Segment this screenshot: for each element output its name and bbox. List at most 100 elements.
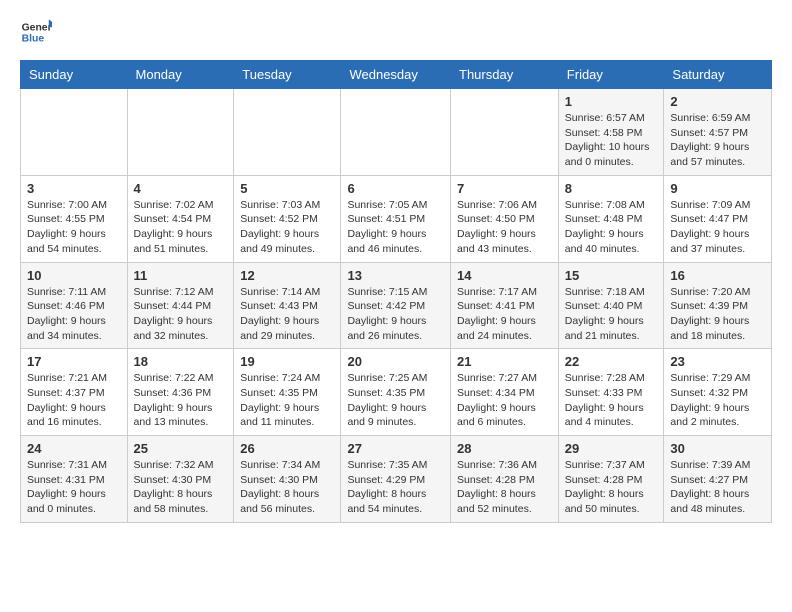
day-number: 8 <box>565 181 658 196</box>
weekday-header-saturday: Saturday <box>664 61 772 89</box>
calendar-cell <box>127 89 234 176</box>
day-info: Sunrise: 7:18 AM Sunset: 4:40 PM Dayligh… <box>565 285 658 344</box>
weekday-header-row: SundayMondayTuesdayWednesdayThursdayFrid… <box>21 61 772 89</box>
day-number: 25 <box>134 441 228 456</box>
day-number: 7 <box>457 181 552 196</box>
calendar-cell: 20 Sunrise: 7:25 AM Sunset: 4:35 PM Dayli… <box>341 349 451 436</box>
calendar-cell: 1 Sunrise: 6:57 AM Sunset: 4:58 PM Daylig… <box>558 89 664 176</box>
day-info: Sunrise: 6:57 AM Sunset: 4:58 PM Dayligh… <box>565 111 658 170</box>
calendar-cell: 3 Sunrise: 7:00 AM Sunset: 4:55 PM Daylig… <box>21 175 128 262</box>
calendar-cell: 19 Sunrise: 7:24 AM Sunset: 4:35 PM Dayli… <box>234 349 341 436</box>
calendar-cell: 30 Sunrise: 7:39 AM Sunset: 4:27 PM Dayli… <box>664 436 772 523</box>
day-number: 24 <box>27 441 121 456</box>
calendar-cell: 18 Sunrise: 7:22 AM Sunset: 4:36 PM Dayli… <box>127 349 234 436</box>
calendar-cell: 27Sunrise: 7:35 AM Sunset: 4:29 PM Dayli… <box>341 436 451 523</box>
day-info: Sunrise: 7:08 AM Sunset: 4:48 PM Dayligh… <box>565 198 658 257</box>
logo: General Blue <box>20 16 58 48</box>
day-number: 29 <box>565 441 658 456</box>
weekday-header-tuesday: Tuesday <box>234 61 341 89</box>
calendar-cell: 12 Sunrise: 7:14 AM Sunset: 4:43 PM Dayli… <box>234 262 341 349</box>
weekday-header-monday: Monday <box>127 61 234 89</box>
day-info: Sunrise: 7:25 AM Sunset: 4:35 PM Dayligh… <box>347 371 444 430</box>
calendar-cell: 8 Sunrise: 7:08 AM Sunset: 4:48 PM Daylig… <box>558 175 664 262</box>
calendar-cell <box>451 89 559 176</box>
day-info: Sunrise: 7:35 AM Sunset: 4:29 PM Dayligh… <box>347 458 444 517</box>
day-info: Sunrise: 7:14 AM Sunset: 4:43 PM Dayligh… <box>240 285 334 344</box>
day-info: Sunrise: 7:00 AM Sunset: 4:55 PM Dayligh… <box>27 198 121 257</box>
calendar-cell: 15 Sunrise: 7:18 AM Sunset: 4:40 PM Dayli… <box>558 262 664 349</box>
day-number: 10 <box>27 268 121 283</box>
day-number: 5 <box>240 181 334 196</box>
day-info: Sunrise: 7:21 AM Sunset: 4:37 PM Dayligh… <box>27 371 121 430</box>
day-info: Sunrise: 7:32 AM Sunset: 4:30 PM Dayligh… <box>134 458 228 517</box>
day-number: 12 <box>240 268 334 283</box>
day-number: 11 <box>134 268 228 283</box>
svg-text:General: General <box>22 22 52 33</box>
page-header: General Blue <box>20 16 772 48</box>
day-info: Sunrise: 7:12 AM Sunset: 4:44 PM Dayligh… <box>134 285 228 344</box>
day-number: 18 <box>134 354 228 369</box>
day-number: 1 <box>565 94 658 109</box>
day-number: 23 <box>670 354 765 369</box>
calendar-cell: 10 Sunrise: 7:11 AM Sunset: 4:46 PM Dayli… <box>21 262 128 349</box>
calendar-cell: 29Sunrise: 7:37 AM Sunset: 4:28 PM Dayli… <box>558 436 664 523</box>
day-info: Sunrise: 7:17 AM Sunset: 4:41 PM Dayligh… <box>457 285 552 344</box>
calendar-cell <box>341 89 451 176</box>
day-number: 16 <box>670 268 765 283</box>
day-number: 6 <box>347 181 444 196</box>
calendar-cell: 28 Sunrise: 7:36 AM Sunset: 4:28 PM Dayli… <box>451 436 559 523</box>
day-number: 2 <box>670 94 765 109</box>
day-number: 14 <box>457 268 552 283</box>
day-info: Sunrise: 7:09 AM Sunset: 4:47 PM Dayligh… <box>670 198 765 257</box>
day-info: Sunrise: 7:22 AM Sunset: 4:36 PM Dayligh… <box>134 371 228 430</box>
calendar-cell: 6Sunrise: 7:05 AM Sunset: 4:51 PM Daylig… <box>341 175 451 262</box>
day-info: Sunrise: 7:28 AM Sunset: 4:33 PM Dayligh… <box>565 371 658 430</box>
day-info: Sunrise: 7:02 AM Sunset: 4:54 PM Dayligh… <box>134 198 228 257</box>
calendar-cell: 14 Sunrise: 7:17 AM Sunset: 4:41 PM Dayli… <box>451 262 559 349</box>
day-info: Sunrise: 7:36 AM Sunset: 4:28 PM Dayligh… <box>457 458 552 517</box>
calendar-cell: 22 Sunrise: 7:28 AM Sunset: 4:33 PM Dayli… <box>558 349 664 436</box>
day-info: Sunrise: 7:24 AM Sunset: 4:35 PM Dayligh… <box>240 371 334 430</box>
calendar-cell: 7Sunrise: 7:06 AM Sunset: 4:50 PM Daylig… <box>451 175 559 262</box>
day-info: Sunrise: 7:11 AM Sunset: 4:46 PM Dayligh… <box>27 285 121 344</box>
day-number: 30 <box>670 441 765 456</box>
day-number: 28 <box>457 441 552 456</box>
calendar-week-row: 24Sunrise: 7:31 AM Sunset: 4:31 PM Dayli… <box>21 436 772 523</box>
day-number: 26 <box>240 441 334 456</box>
day-number: 21 <box>457 354 552 369</box>
day-info: Sunrise: 7:29 AM Sunset: 4:32 PM Dayligh… <box>670 371 765 430</box>
calendar-week-row: 1 Sunrise: 6:57 AM Sunset: 4:58 PM Daylig… <box>21 89 772 176</box>
day-number: 20 <box>347 354 444 369</box>
calendar-cell: 16 Sunrise: 7:20 AM Sunset: 4:39 PM Dayli… <box>664 262 772 349</box>
day-number: 22 <box>565 354 658 369</box>
calendar-cell <box>234 89 341 176</box>
day-info: Sunrise: 6:59 AM Sunset: 4:57 PM Dayligh… <box>670 111 765 170</box>
calendar-week-row: 17 Sunrise: 7:21 AM Sunset: 4:37 PM Dayli… <box>21 349 772 436</box>
calendar-header: SundayMondayTuesdayWednesdayThursdayFrid… <box>21 61 772 89</box>
day-info: Sunrise: 7:20 AM Sunset: 4:39 PM Dayligh… <box>670 285 765 344</box>
day-info: Sunrise: 7:34 AM Sunset: 4:30 PM Dayligh… <box>240 458 334 517</box>
day-info: Sunrise: 7:39 AM Sunset: 4:27 PM Dayligh… <box>670 458 765 517</box>
svg-text:Blue: Blue <box>22 34 45 45</box>
calendar-cell: 21Sunrise: 7:27 AM Sunset: 4:34 PM Dayli… <box>451 349 559 436</box>
calendar-cell: 17 Sunrise: 7:21 AM Sunset: 4:37 PM Dayli… <box>21 349 128 436</box>
logo-icon: General Blue <box>20 16 52 48</box>
calendar-cell: 13Sunrise: 7:15 AM Sunset: 4:42 PM Dayli… <box>341 262 451 349</box>
calendar-cell: 25 Sunrise: 7:32 AM Sunset: 4:30 PM Dayli… <box>127 436 234 523</box>
day-number: 19 <box>240 354 334 369</box>
day-number: 15 <box>565 268 658 283</box>
day-number: 9 <box>670 181 765 196</box>
calendar-cell: 23 Sunrise: 7:29 AM Sunset: 4:32 PM Dayli… <box>664 349 772 436</box>
day-info: Sunrise: 7:15 AM Sunset: 4:42 PM Dayligh… <box>347 285 444 344</box>
calendar-cell: 26 Sunrise: 7:34 AM Sunset: 4:30 PM Dayli… <box>234 436 341 523</box>
calendar-week-row: 10 Sunrise: 7:11 AM Sunset: 4:46 PM Dayli… <box>21 262 772 349</box>
day-number: 17 <box>27 354 121 369</box>
weekday-header-thursday: Thursday <box>451 61 559 89</box>
day-number: 4 <box>134 181 228 196</box>
day-info: Sunrise: 7:03 AM Sunset: 4:52 PM Dayligh… <box>240 198 334 257</box>
calendar-cell: 9 Sunrise: 7:09 AM Sunset: 4:47 PM Daylig… <box>664 175 772 262</box>
calendar-cell: 2 Sunrise: 6:59 AM Sunset: 4:57 PM Daylig… <box>664 89 772 176</box>
calendar-body: 1 Sunrise: 6:57 AM Sunset: 4:58 PM Daylig… <box>21 89 772 523</box>
calendar-cell: 4 Sunrise: 7:02 AM Sunset: 4:54 PM Daylig… <box>127 175 234 262</box>
day-number: 3 <box>27 181 121 196</box>
